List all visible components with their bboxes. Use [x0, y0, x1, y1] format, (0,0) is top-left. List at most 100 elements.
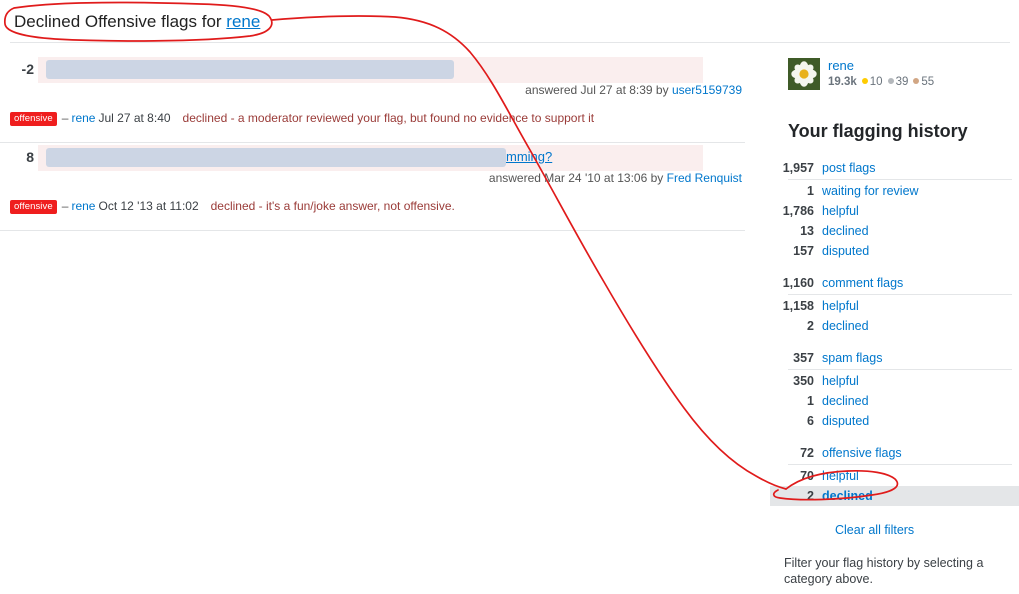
flag-type-badge[interactable]: offensive: [10, 200, 57, 214]
post-vote-score: 8: [26, 149, 34, 165]
clear-all-filters-link[interactable]: Clear all filters: [835, 523, 914, 537]
stat-count: 72: [800, 446, 814, 460]
title-divider: [10, 42, 1010, 43]
flag-reason: declined - a moderator reviewed your fla…: [182, 111, 595, 125]
page-title: Declined Offensive flags for rene: [14, 12, 260, 32]
stat-label[interactable]: waiting for review: [822, 184, 919, 198]
stat-count: 13: [800, 224, 814, 238]
stat-count: 1: [807, 184, 814, 198]
avatar[interactable]: [788, 58, 820, 90]
bronze-badge-count: 55: [921, 76, 935, 88]
stat-row[interactable]: 6 disputed: [770, 411, 1019, 431]
post-author-link[interactable]: user5159739: [672, 83, 742, 97]
stat-label[interactable]: helpful: [822, 469, 859, 483]
stat-row[interactable]: 350 helpful: [770, 371, 1019, 391]
stat-row-selected[interactable]: 2 declined: [770, 486, 1019, 506]
stat-count: 1,957: [782, 161, 814, 175]
silver-badge-icon: [887, 78, 894, 84]
stat-count: 1,786: [782, 204, 814, 218]
stat-group-spam-flags: 357 spam flags 350 helpful 1 declined 6 disp…: [770, 348, 1019, 431]
stat-count: 1,160: [782, 276, 814, 290]
flag-stats: 1,957 post flags 1 waiting for review 1,78…: [770, 158, 1019, 506]
page-title-user-link[interactable]: rene: [226, 12, 260, 31]
flag-dash: –: [61, 111, 69, 125]
stat-group-post-flags: 1,957 post flags 1 waiting for review 1,78…: [770, 158, 1019, 261]
stat-count: 350: [793, 374, 814, 388]
stat-count: 2: [807, 319, 814, 333]
stat-row[interactable]: 1,160 comment flags: [770, 273, 1019, 293]
stat-row[interactable]: 1,786 helpful: [770, 201, 1019, 221]
clear-filters-container: Clear all filters: [770, 522, 1019, 537]
stat-group-comment-flags: 1,160 comment flags 1,158 helpful 2 decline…: [770, 273, 1019, 336]
stat-label[interactable]: offensive flags: [822, 446, 902, 460]
stat-label[interactable]: helpful: [822, 204, 859, 218]
flag-author-link[interactable]: rene: [71, 111, 95, 125]
redacted-post-title: [46, 60, 454, 79]
post-meta: answered Mar 24 '10 at 13:06 by Fred Ren…: [0, 171, 760, 191]
stat-row[interactable]: 70 helpful: [770, 466, 1019, 486]
stat-label[interactable]: spam flags: [822, 351, 882, 365]
stat-row[interactable]: 157 disputed: [770, 241, 1019, 261]
flag-detail-row: offensive – rene Jul 27 at 8:40 declined - a…: [0, 103, 760, 133]
flag-list: -2 answered Jul 27 at 8:39 by user515973…: [0, 55, 760, 231]
flag-history-page: Declined Offensive flags for rene -2 ans…: [0, 0, 1019, 594]
gold-badge-count: 10: [869, 76, 883, 88]
stat-count: 1: [807, 394, 814, 408]
flag-author-link[interactable]: rene: [71, 199, 95, 213]
user-reputation-badges: 19.3k 10 39 55: [828, 76, 934, 88]
stat-row[interactable]: 357 spam flags: [770, 348, 1019, 368]
stat-count: 70: [800, 469, 814, 483]
stat-group-offensive-flags: 72 offensive flags 70 helpful 2 declined: [770, 443, 1019, 506]
flag-entry: -2 answered Jul 27 at 8:39 by user515973…: [0, 55, 760, 143]
stat-row[interactable]: 2 declined: [770, 316, 1019, 336]
redacted-post-title: [46, 148, 506, 167]
stat-label[interactable]: declined: [822, 319, 869, 333]
stat-group-divider: [788, 464, 1012, 465]
stat-label[interactable]: disputed: [822, 244, 869, 258]
stat-row[interactable]: 1 waiting for review: [770, 181, 1019, 201]
sidebar: rene 19.3k 10 39 55 Your flagging history 1…: [770, 55, 1019, 587]
flag-detail-row: offensive – rene Oct 12 '13 at 11:02 decline…: [0, 191, 760, 221]
stat-label[interactable]: disputed: [822, 414, 869, 428]
stat-count: 2: [807, 489, 814, 503]
entry-divider: [0, 230, 745, 231]
post-summary-row[interactable]: -2: [0, 55, 760, 83]
stat-count: 6: [807, 414, 814, 428]
stat-label[interactable]: declined: [822, 224, 869, 238]
reputation-value: 19.3k: [828, 76, 857, 88]
flag-date: Oct 12 '13 at 11:02: [98, 199, 199, 213]
user-card[interactable]: rene 19.3k 10 39 55: [770, 55, 1019, 103]
bronze-badge-icon: [913, 78, 920, 84]
stat-label[interactable]: declined: [822, 489, 873, 503]
post-meta-text: answered Jul 27 at 8:39 by: [525, 83, 672, 97]
stat-group-divider: [788, 294, 1012, 295]
stat-label[interactable]: helpful: [822, 299, 859, 313]
stat-count: 157: [793, 244, 814, 258]
post-meta-text: answered Mar 24 '10 at 13:06 by: [488, 171, 667, 185]
flag-date: Jul 27 at 8:40: [98, 111, 171, 125]
stat-count: 357: [793, 351, 814, 365]
flag-type-badge[interactable]: offensive: [10, 112, 57, 126]
stat-row[interactable]: 1,957 post flags: [770, 158, 1019, 178]
post-author-link[interactable]: Fred Renquist: [667, 171, 742, 185]
stat-row[interactable]: 13 declined: [770, 221, 1019, 241]
flag-reason: declined - it's a fun/joke answer, not o…: [210, 199, 455, 213]
stat-label[interactable]: helpful: [822, 374, 859, 388]
stat-label[interactable]: declined: [822, 394, 869, 408]
filter-help-text: Filter your flag history by selecting a …: [784, 556, 984, 586]
post-vote-score: -2: [21, 61, 34, 77]
flag-entry: 8 mming? answered Mar 24 '10 at 13:06 by…: [0, 143, 760, 231]
stat-label[interactable]: post flags: [822, 161, 876, 175]
stat-group-divider: [788, 179, 1012, 180]
stat-row[interactable]: 1 declined: [770, 391, 1019, 411]
page-title-prefix: Declined Offensive flags for: [14, 12, 227, 31]
silver-badge-count: 39: [895, 76, 909, 88]
post-meta: answered Jul 27 at 8:39 by user5159739: [0, 83, 760, 103]
stat-label[interactable]: comment flags: [822, 276, 903, 290]
stat-row[interactable]: 72 offensive flags: [770, 443, 1019, 463]
post-title-link[interactable]: mming?: [506, 149, 552, 164]
post-summary-row[interactable]: 8 mming?: [0, 143, 760, 171]
stat-row[interactable]: 1,158 helpful: [770, 296, 1019, 316]
stat-group-divider: [788, 369, 1012, 370]
sidebar-user-name[interactable]: rene: [828, 58, 854, 73]
